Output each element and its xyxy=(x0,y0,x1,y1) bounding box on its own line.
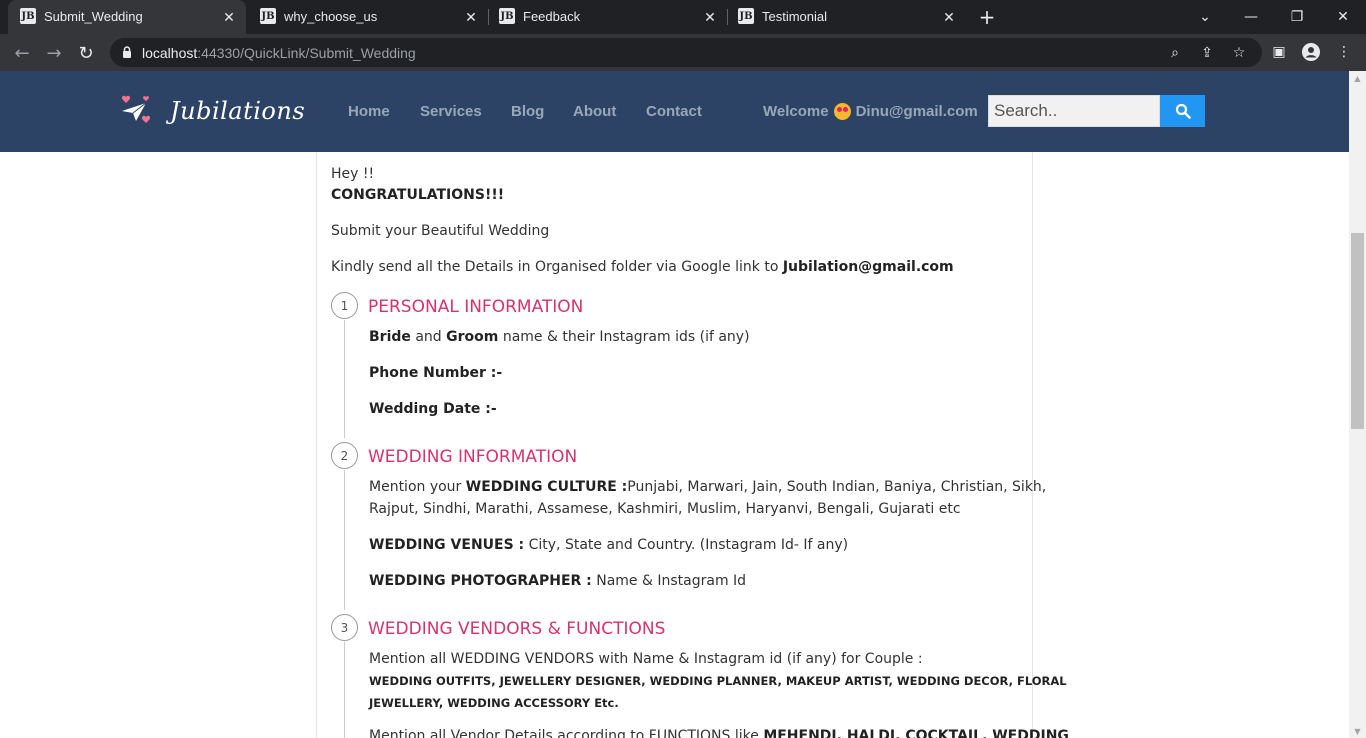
tab-favicon: JB xyxy=(499,8,515,24)
tab-title: why_choose_us xyxy=(284,9,378,24)
nav-about[interactable]: About xyxy=(573,103,616,120)
greeting-text: Hey !! xyxy=(331,166,375,182)
functions-line: Mention all Vendor Details according to … xyxy=(369,728,1069,738)
close-icon[interactable]: ✕ xyxy=(462,8,480,26)
tab-title: Feedback xyxy=(523,9,581,24)
nav-contact[interactable]: Contact xyxy=(646,103,702,120)
browser-tab-bar: JB Submit_Wedding ✕ JB why_choose_us ✕ J… xyxy=(0,0,1366,34)
paper-plane-hearts-icon xyxy=(121,95,151,123)
tab-feedback[interactable]: JB Feedback ✕ xyxy=(487,0,727,34)
close-icon[interactable]: ✕ xyxy=(220,8,238,26)
submit-line: Submit your Beautiful Wedding xyxy=(331,223,550,239)
tab-search-chevron-icon[interactable]: ⌄ xyxy=(1182,0,1228,34)
wedding-date-label: Wedding Date :- xyxy=(369,401,497,417)
contact-email-link[interactable]: Jubilation@gmail.com xyxy=(783,259,954,275)
step-title-personal: PERSONAL INFORMATION xyxy=(368,297,584,317)
page-viewport: Jubilations Home Services Blog About Con… xyxy=(0,71,1349,738)
step-number-2: 2 xyxy=(331,442,358,469)
kindly-line: Kindly send all the Details in Organised… xyxy=(331,259,954,275)
share-icon[interactable]: ⇪ xyxy=(1198,44,1216,62)
scroll-up-arrow-icon[interactable]: ▲ xyxy=(1349,71,1366,85)
congrats-heading: CONGRATULATIONS!!! xyxy=(331,187,505,203)
search-icon xyxy=(1175,103,1191,119)
url-text[interactable]: localhost:44330/QuickLink/Submit_Wedding xyxy=(142,45,416,61)
vendors-list-line-2: JEWELLERY, WEDDING ACCESSORY Etc. xyxy=(369,696,619,710)
step-title-vendors: WEDDING VENDORS & FUNCTIONS xyxy=(368,619,666,639)
step-title-wedding-info: WEDDING INFORMATION xyxy=(368,447,578,467)
step-connector-line xyxy=(344,320,345,438)
lock-icon xyxy=(123,46,131,58)
minimize-icon[interactable]: — xyxy=(1228,0,1274,34)
user-email[interactable]: Dinu@gmail.com xyxy=(856,103,978,120)
tab-title: Submit_Wedding xyxy=(44,9,143,24)
wedding-culture-line-2: Rajput, Sindhi, Marathi, Assamese, Kashm… xyxy=(369,501,961,517)
zoom-icon[interactable]: ⌕ xyxy=(1166,44,1184,62)
window-close-icon[interactable]: ✕ xyxy=(1320,0,1366,34)
vendors-list-line-1: WEDDING OUTFITS, JEWELLERY DESIGNER, WED… xyxy=(369,674,1067,688)
wedding-photographer-line: WEDDING PHOTOGRAPHER : Name & Instagram … xyxy=(369,573,747,589)
page-scrollbar[interactable]: ▲ ▼ xyxy=(1349,71,1366,738)
tab-submit-wedding[interactable]: JB Submit_Wedding ✕ xyxy=(8,0,246,34)
phone-number-label: Phone Number :- xyxy=(369,365,503,381)
site-logo[interactable]: Jubilations xyxy=(116,91,305,131)
tab-title: Testimonial xyxy=(762,9,828,24)
search-input[interactable] xyxy=(988,95,1160,127)
tab-why-choose-us[interactable]: JB why_choose_us ✕ xyxy=(248,0,488,34)
scroll-down-arrow-icon[interactable]: ▼ xyxy=(1349,724,1366,738)
tab-testimonial[interactable]: JB Testimonial ✕ xyxy=(726,0,966,34)
back-arrow-icon[interactable]: ← xyxy=(8,39,36,67)
reload-icon[interactable]: ↻ xyxy=(72,39,100,67)
step-connector-line xyxy=(344,470,345,610)
close-icon[interactable]: ✕ xyxy=(940,8,958,26)
site-header: Jubilations Home Services Blog About Con… xyxy=(0,71,1349,152)
tab-favicon: JB xyxy=(260,8,276,24)
restore-icon[interactable]: ❐ xyxy=(1274,0,1320,34)
tab-favicon: JB xyxy=(738,8,754,24)
nav-home[interactable]: Home xyxy=(348,103,390,120)
side-panel-icon[interactable]: ▣ xyxy=(1269,42,1289,62)
nav-services[interactable]: Services xyxy=(420,103,482,120)
browser-toolbar: ← → ↻ localhost:44330/QuickLink/Submit_W… xyxy=(0,34,1366,71)
bookmark-star-icon[interactable]: ☆ xyxy=(1230,44,1248,62)
tab-favicon: JB xyxy=(20,8,36,24)
logo-text: Jubilations xyxy=(170,97,306,125)
kebab-menu-icon[interactable]: ⋮ xyxy=(1334,42,1354,62)
step-number-3: 3 xyxy=(331,614,358,641)
forward-arrow-icon[interactable]: → xyxy=(40,39,68,67)
scrollbar-thumb[interactable] xyxy=(1351,233,1364,429)
nav-blog[interactable]: Blog xyxy=(511,103,544,120)
new-tab-plus-icon[interactable]: + xyxy=(975,5,999,29)
welcome-label: Welcome xyxy=(763,103,829,120)
welcome-user: Welcome Dinu@gmail.com xyxy=(763,103,978,120)
vendors-line: Mention all WEDDING VENDORS with Name & … xyxy=(369,651,923,667)
profile-icon[interactable] xyxy=(1301,42,1321,62)
step-connector-line xyxy=(344,642,345,738)
wedding-venues-line: WEDDING VENUES : City, State and Country… xyxy=(369,537,849,553)
address-bar[interactable]: localhost:44330/QuickLink/Submit_Wedding… xyxy=(110,38,1262,67)
wedding-culture-line: Mention your WEDDING CULTURE :Punjabi, M… xyxy=(369,479,1047,495)
bride-groom-line: Bride and Groom name & their Instagram i… xyxy=(369,329,750,345)
step-number-1: 1 xyxy=(331,292,358,319)
heart-eyes-emoji-icon xyxy=(833,103,851,120)
search-button[interactable] xyxy=(1160,95,1205,127)
close-icon[interactable]: ✕ xyxy=(701,8,719,26)
